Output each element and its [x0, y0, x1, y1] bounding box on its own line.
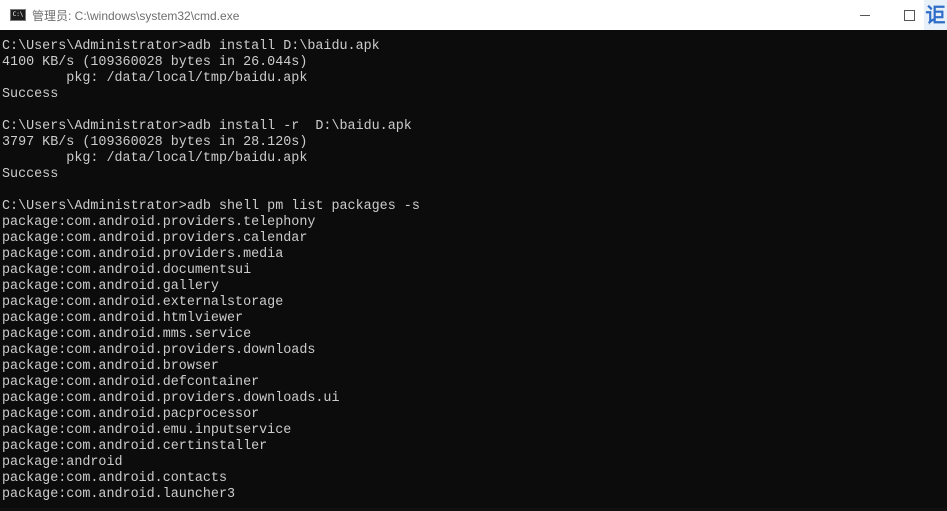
minimize-icon: [860, 14, 870, 16]
console-line: Success: [2, 167, 59, 182]
console-line: Success: [2, 87, 59, 102]
console-line: package:com.android.providers.telephony: [2, 215, 316, 230]
console-line: package:com.android.providers.media: [2, 247, 284, 262]
overlay-glyph-text: 讵: [925, 3, 946, 27]
console-line: 4100 KB/s (109360028 bytes in 26.044s): [2, 55, 308, 70]
console-line: pkg: /data/local/tmp/baidu.apk: [2, 71, 308, 86]
cmd-icon[interactable]: C:\: [10, 9, 26, 21]
console-line: package:com.android.browser: [2, 359, 219, 374]
cmd-icon-label: C:\: [12, 11, 24, 18]
console-line: package:com.android.providers.calendar: [2, 231, 308, 246]
console-line: package:com.android.gallery: [2, 279, 219, 294]
window-title: 管理员: C:\windows\system32\cmd.exe: [32, 8, 240, 23]
console-line: package:com.android.defcontainer: [2, 375, 260, 390]
console-line: C:\Users\Administrator>adb install -r D:…: [2, 119, 412, 134]
minimize-button[interactable]: [850, 0, 880, 30]
console-line: package:com.android.contacts: [2, 471, 227, 486]
console-line: pkg: /data/local/tmp/baidu.apk: [2, 151, 308, 166]
title-bar[interactable]: C:\ 管理员: C:\windows\system32\cmd.exe 讵: [0, 0, 947, 30]
console-line: package:com.android.providers.downloads: [2, 343, 316, 358]
console-line: package:com.android.mms.service: [2, 327, 252, 342]
console-line: package:android: [2, 455, 123, 470]
console-line: package:com.android.emu.inputservice: [2, 423, 292, 438]
console-line: package:com.android.documentsui: [2, 263, 252, 278]
console-line: C:\Users\Administrator>adb install D:\ba…: [2, 39, 380, 54]
console-line: C:\Users\Administrator>adb shell pm list…: [2, 199, 420, 214]
console-line: package:com.android.launcher3: [2, 487, 236, 502]
maximize-icon: [903, 9, 915, 21]
console-line: 3797 KB/s (109360028 bytes in 28.120s): [2, 135, 308, 150]
console-line: package:com.android.pacprocessor: [2, 407, 260, 422]
maximize-button[interactable]: [894, 0, 924, 30]
console-line: package:com.android.externalstorage: [2, 295, 284, 310]
console-line: package:com.android.certinstaller: [2, 439, 268, 454]
cmd-window: C:\ 管理员: C:\windows\system32\cmd.exe 讵 C…: [0, 0, 947, 511]
overlay-window-fragment: 讵: [924, 0, 947, 30]
console-line: package:com.android.htmlviewer: [2, 311, 244, 326]
console-output[interactable]: C:\Users\Administrator>adb install D:\ba…: [0, 30, 947, 511]
console-line: package:com.android.providers.downloads.…: [2, 391, 340, 406]
